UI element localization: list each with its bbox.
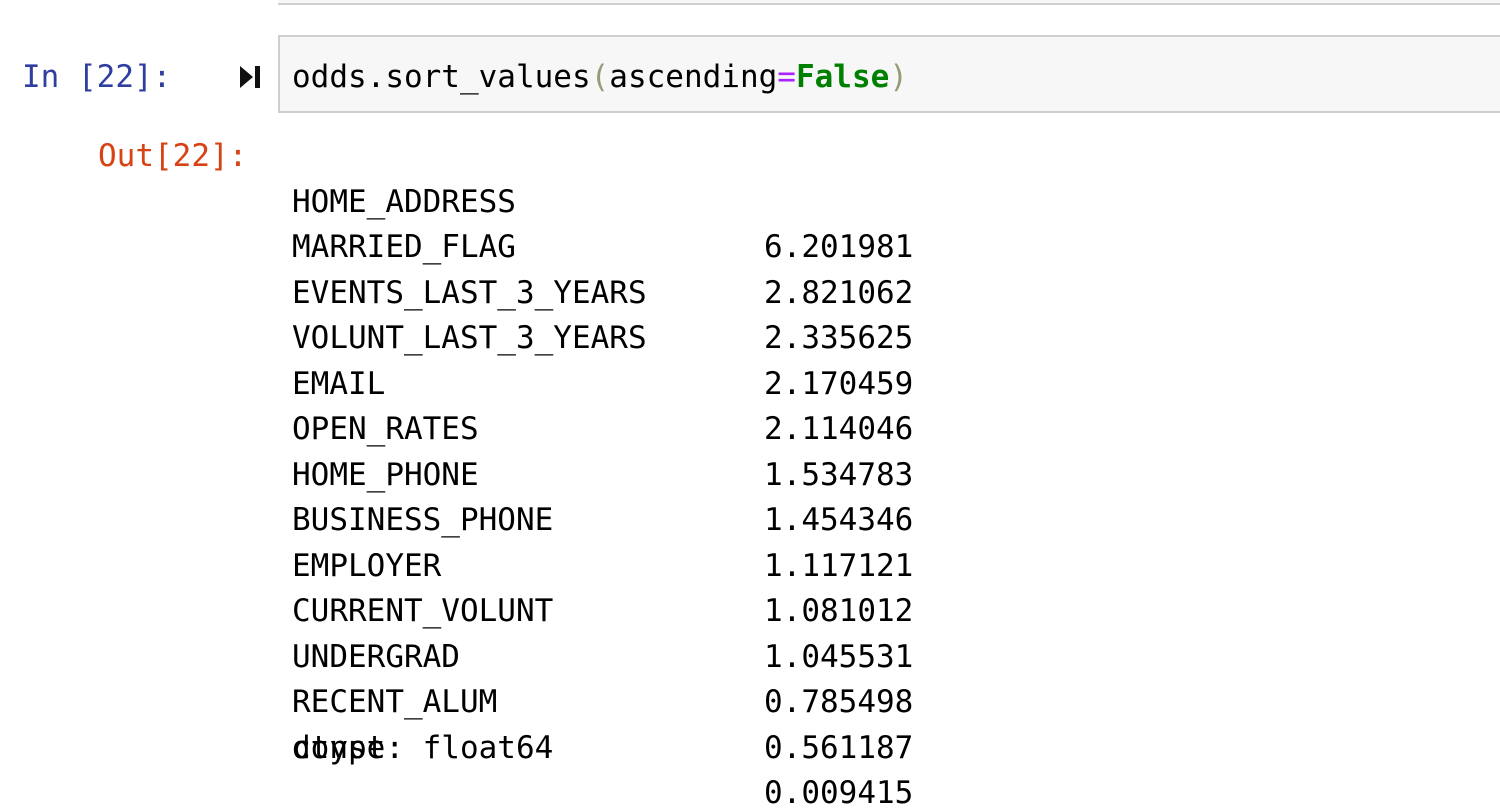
output-row: BUSINESS_PHONE 1.117121 — [292, 453, 913, 584]
row-value: 0.561187 — [764, 729, 914, 766]
output-row: HOME_PHONE 1.454346 — [292, 407, 913, 539]
code-arg-value: False — [795, 59, 890, 95]
run-cell-icon[interactable] — [236, 63, 264, 91]
output-row: CURRENT_VOLUNT 1.045531 — [292, 544, 913, 675]
code-object: odds.sort_values — [292, 59, 591, 95]
output-row: EVENTS_LAST_3_YEARS 2.335625 — [292, 225, 913, 357]
output-row: const 0.009415 — [292, 680, 913, 808]
output-row: MARRIED_FLAG 2.821062 — [292, 180, 913, 311]
row-value: 0.785498 — [764, 684, 914, 720]
row-value: 0.009415 — [764, 775, 914, 808]
code-input-area[interactable]: odds.sort_values(ascending=False) — [278, 35, 1500, 113]
output-row: HOME_ADDRESS 6.201981 — [292, 134, 913, 266]
code-cell[interactable]: In [22]: odds.sort_values(ascending=Fals… — [0, 35, 1500, 115]
output-row: UNDERGRAD 0.785498 — [292, 589, 913, 721]
input-prompt: In [22]: — [22, 59, 172, 95]
output-prompt: Out[22]: — [98, 138, 248, 174]
output-row: RECENT_ALUM 0.561187 — [292, 635, 913, 766]
row-value: 2.170459 — [764, 365, 914, 402]
code-operator: = — [777, 59, 796, 95]
output-row: EMAIL 2.114046 — [292, 316, 913, 448]
row-value: 2.821062 — [764, 274, 914, 311]
code-arg-name: ascending — [609, 59, 778, 95]
output-row: OPEN_RATES 1.534783 — [292, 362, 913, 493]
row-value: 1.534783 — [764, 456, 914, 493]
row-value: 6.201981 — [764, 229, 914, 265]
code-close-paren: ) — [889, 59, 908, 95]
row-value: 2.335625 — [764, 320, 914, 356]
row-label: const — [292, 729, 386, 766]
output-row: VOLUNT_LAST_3_YEARS 2.170459 — [292, 271, 913, 402]
row-value: 1.081012 — [764, 593, 914, 629]
previous-cell-edge — [278, 0, 1500, 5]
code-line[interactable]: odds.sort_values(ascending=False) — [292, 55, 908, 99]
row-value: 1.117121 — [764, 547, 914, 584]
cell-output: HOME_ADDRESS 6.201981 MARRIED_FLAG 2.821… — [292, 134, 913, 808]
row-value: 2.114046 — [764, 411, 914, 447]
code-open-paren: ( — [590, 59, 610, 95]
row-value: 1.045531 — [764, 638, 914, 675]
output-row: EMPLOYER 1.081012 — [292, 498, 913, 630]
row-value: 1.454346 — [764, 502, 914, 538]
